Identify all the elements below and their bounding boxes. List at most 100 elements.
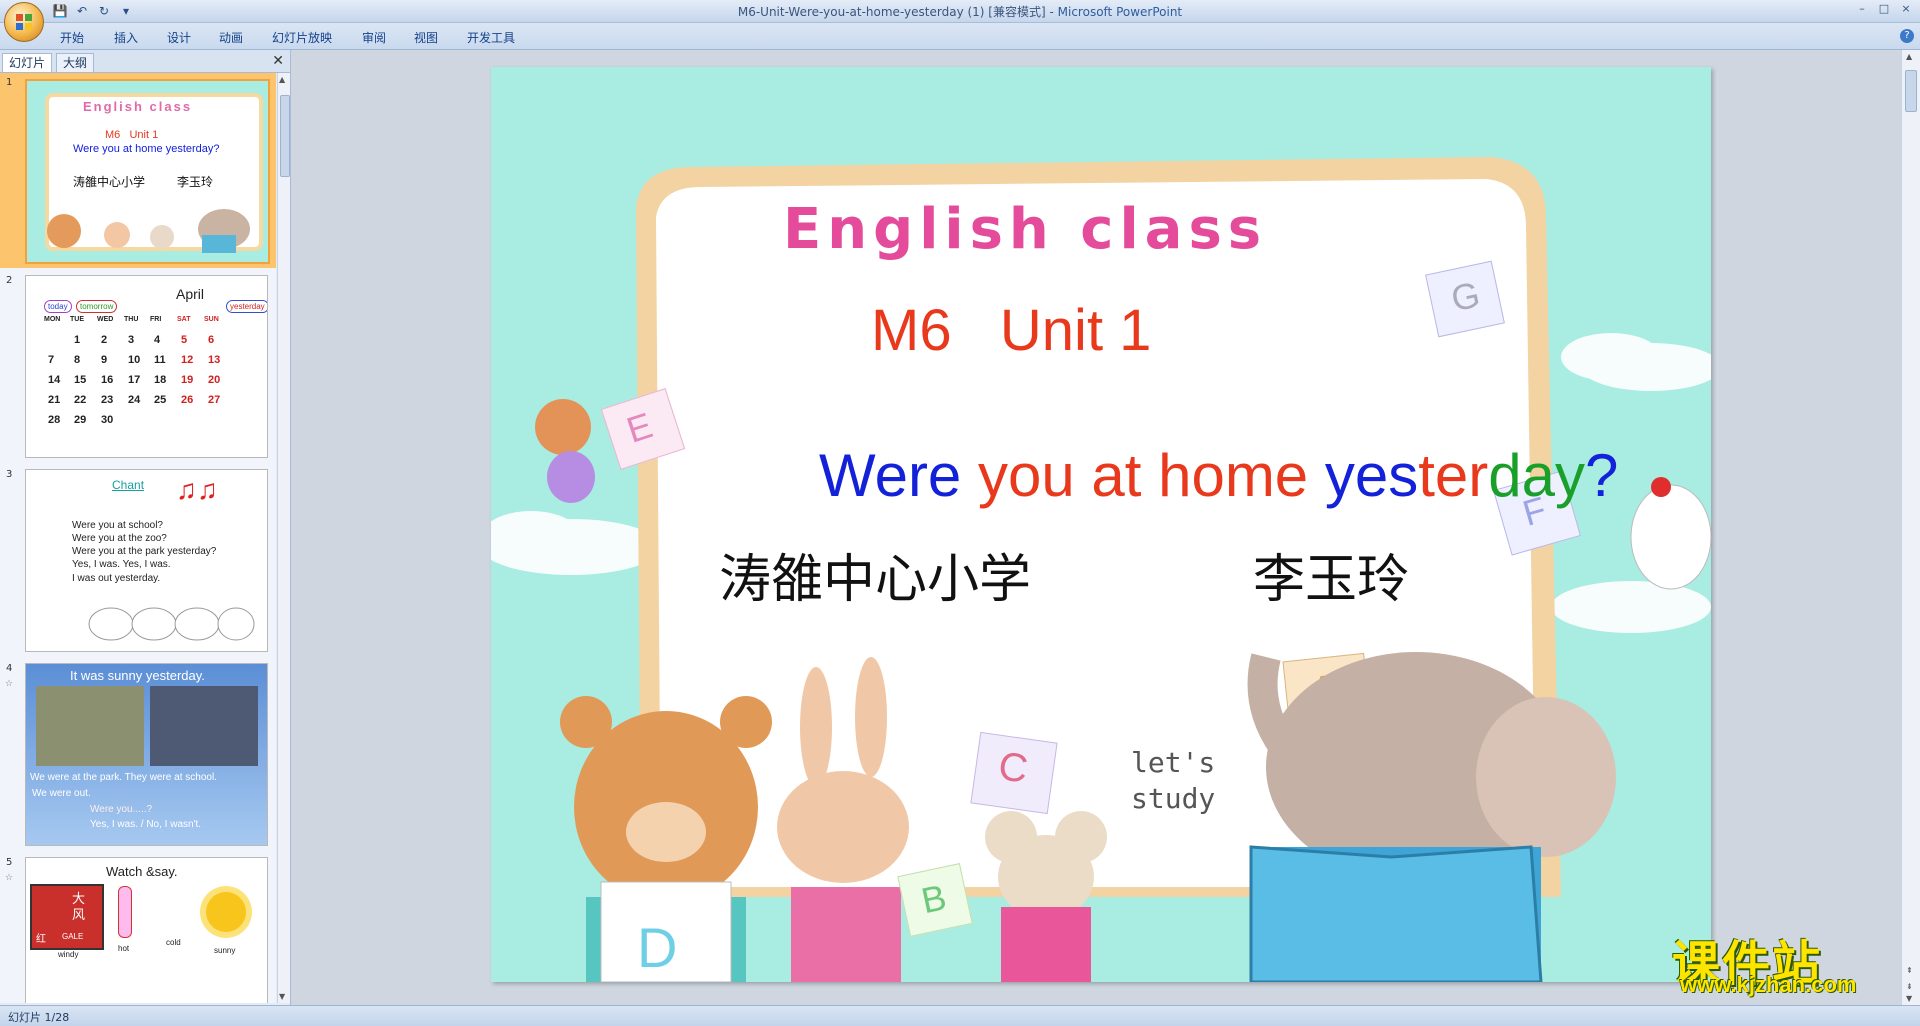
slide5-heading: Watch &say. bbox=[106, 864, 178, 879]
calendar-day: 10 bbox=[128, 354, 141, 366]
calendar-day: 24 bbox=[128, 394, 141, 406]
calendar-day: 19 bbox=[181, 374, 194, 386]
chant-line-2: Were you at the zoo? bbox=[72, 533, 167, 544]
thumbnail-row-4[interactable]: 4 ☆ It was sunny yesterday. We were at t… bbox=[0, 659, 276, 849]
gale-sign: 大 风 红 GALE bbox=[30, 884, 104, 950]
help-icon[interactable]: ? bbox=[1900, 29, 1914, 43]
card-b: B bbox=[897, 863, 973, 937]
label-today: today bbox=[44, 300, 72, 313]
thumbnail-slide-5[interactable]: Watch &say. 大 风 红 GALE windy hot cold su… bbox=[25, 857, 268, 1003]
thumbnail-school: 涛雒中心小学 bbox=[73, 175, 146, 189]
calendar-day: 2 bbox=[101, 334, 108, 346]
window-title: M6-Unit-Were-you-at-home-yesterday (1) [… bbox=[0, 3, 1920, 20]
weather-label-sunny: sunny bbox=[214, 946, 236, 955]
thumbnail-slide-2[interactable]: April today tomorrow yesterday MON TUE WED… bbox=[25, 275, 268, 458]
slide4-line-4: Yes, I was. / No, I wasn't. bbox=[90, 819, 202, 830]
gale-sign-char-2: 风 bbox=[72, 907, 86, 922]
tab-outline[interactable]: 大纲 bbox=[56, 53, 95, 72]
calendar-day: 25 bbox=[154, 394, 167, 406]
thumbnail-number: 1 bbox=[6, 77, 13, 88]
card-d: D bbox=[631, 915, 691, 979]
panel-tabs: 幻灯片 大纲 ✕ bbox=[0, 50, 290, 73]
calendar-day: 8 bbox=[74, 354, 81, 366]
chant-line-5: I was out yesterday. bbox=[72, 573, 161, 584]
next-slide-icon[interactable]: ⇟ bbox=[1906, 982, 1913, 991]
thumbnail-row-1[interactable]: 1 English class M6 Unit 1 Were you at ho… bbox=[0, 73, 276, 268]
tab-developer[interactable]: 开发工具 bbox=[467, 29, 515, 46]
minimize-icon[interactable]: – bbox=[1852, 1, 1872, 17]
watermark-url: www.kjzhan.com bbox=[1680, 972, 1857, 997]
calendar-day: 28 bbox=[48, 414, 61, 426]
thumbnail-slide-4[interactable]: It was sunny yesterday. We were at the p… bbox=[25, 663, 268, 846]
music-notes-icon: ♫♫ bbox=[176, 474, 218, 505]
maximize-icon[interactable]: □ bbox=[1874, 1, 1894, 17]
calendar-day: 18 bbox=[154, 374, 167, 386]
sun-icon bbox=[206, 892, 246, 932]
gale-sign-char-4: GALE bbox=[62, 932, 84, 941]
tab-design[interactable]: 设计 bbox=[167, 29, 191, 46]
calendar-day: 21 bbox=[48, 394, 61, 406]
close-panel-icon[interactable]: ✕ bbox=[272, 53, 284, 69]
scroll-down-icon[interactable]: ▼ bbox=[279, 992, 285, 1001]
tab-view[interactable]: 视图 bbox=[414, 29, 438, 46]
scroll-thumb[interactable] bbox=[1905, 70, 1917, 112]
thumbnail-row-2[interactable]: 2 April today tomorrow yesterday MON TUE W… bbox=[0, 271, 276, 461]
scroll-down-icon[interactable]: ▼ bbox=[1906, 994, 1912, 1003]
scroll-thumb[interactable] bbox=[280, 95, 290, 177]
tab-insert[interactable]: 插入 bbox=[114, 29, 138, 46]
tab-slides[interactable]: 幻灯片 bbox=[2, 53, 53, 72]
calendar-day: 3 bbox=[128, 334, 135, 346]
title-separator: - bbox=[1045, 5, 1058, 19]
label-tomorrow: tomorrow bbox=[76, 300, 118, 313]
calendar-day: 4 bbox=[154, 334, 161, 346]
calendar-day: 1 bbox=[74, 334, 81, 346]
calendar-day: 15 bbox=[74, 374, 87, 386]
animation-star-icon: ☆ bbox=[5, 679, 14, 689]
previous-slide-icon[interactable]: ⇞ bbox=[1906, 966, 1913, 975]
slide4-line-3: Were you.....? bbox=[90, 804, 153, 815]
status-bar: 幻灯片 1/28 bbox=[0, 1005, 1920, 1026]
calendar-day: 6 bbox=[208, 334, 215, 346]
label-yesterday: yesterday bbox=[226, 300, 267, 313]
thumbnail-row-5[interactable]: 5 ☆ Watch &say. 大 风 红 GALE windy hot col… bbox=[0, 853, 276, 1003]
tab-slideshow[interactable]: 幻灯片放映 bbox=[272, 29, 332, 46]
chant-heading: Chant bbox=[112, 478, 145, 492]
weekday-header: THU bbox=[124, 316, 139, 323]
tab-home[interactable]: 开始 bbox=[60, 29, 84, 46]
weather-label-hot: hot bbox=[118, 944, 130, 953]
calendar-day: 29 bbox=[74, 414, 87, 426]
scroll-up-icon[interactable]: ▲ bbox=[279, 75, 285, 84]
app-name: Microsoft PowerPoint bbox=[1057, 5, 1183, 19]
thumbnail-teacher: 李玉玲 bbox=[177, 175, 214, 189]
calendar-day: 9 bbox=[101, 354, 108, 366]
editor-scrollbar[interactable]: ▲ ⇞ ⇟ ▼ bbox=[1901, 50, 1920, 1005]
thumbnail-class-text: English class bbox=[83, 99, 193, 114]
thumbnail-slide-1[interactable]: English class M6 Unit 1 Were you at home… bbox=[25, 79, 270, 264]
calendar-day: 22 bbox=[74, 394, 87, 406]
tab-animations[interactable]: 动画 bbox=[219, 29, 243, 46]
weekday-header: TUE bbox=[70, 316, 84, 323]
gale-sign-char-3: 红 bbox=[36, 934, 46, 945]
weekday-header: MON bbox=[44, 316, 61, 323]
photo-park bbox=[36, 686, 144, 766]
tab-review[interactable]: 审阅 bbox=[362, 29, 386, 46]
scroll-up-icon[interactable]: ▲ bbox=[1906, 52, 1912, 61]
close-icon[interactable]: × bbox=[1896, 1, 1916, 17]
calendar-day: 16 bbox=[101, 374, 114, 386]
calendar-day: 26 bbox=[181, 394, 194, 406]
calendar-day: 27 bbox=[208, 394, 221, 406]
thumbnail-slide-3[interactable]: Chant ♫♫ Were you at school? Were you at… bbox=[25, 469, 268, 652]
office-button[interactable] bbox=[4, 2, 44, 42]
calendar-day: 5 bbox=[181, 334, 188, 346]
weather-label-windy: windy bbox=[58, 950, 79, 959]
weekday-header: SUN bbox=[204, 316, 219, 323]
weekday-header: FRI bbox=[150, 316, 162, 323]
weather-label-cold: cold bbox=[166, 938, 181, 947]
document-title: M6-Unit-Were-you-at-home-yesterday (1) [… bbox=[737, 5, 1046, 19]
calendar-day: 12 bbox=[181, 354, 194, 366]
thumbnail-row-3[interactable]: 3 Chant ♫♫ Were you at school? Were you … bbox=[0, 465, 276, 655]
calendar-day: 23 bbox=[101, 394, 114, 406]
current-slide[interactable]: English class G E F A C M6 Unit 1 Were y… bbox=[491, 67, 1711, 982]
thumbnail-scrollbar[interactable]: ▲ ▼ bbox=[277, 73, 290, 1003]
slides-panel: 幻灯片 大纲 ✕ 1 English class M6 Unit 1 Were … bbox=[0, 50, 291, 1005]
